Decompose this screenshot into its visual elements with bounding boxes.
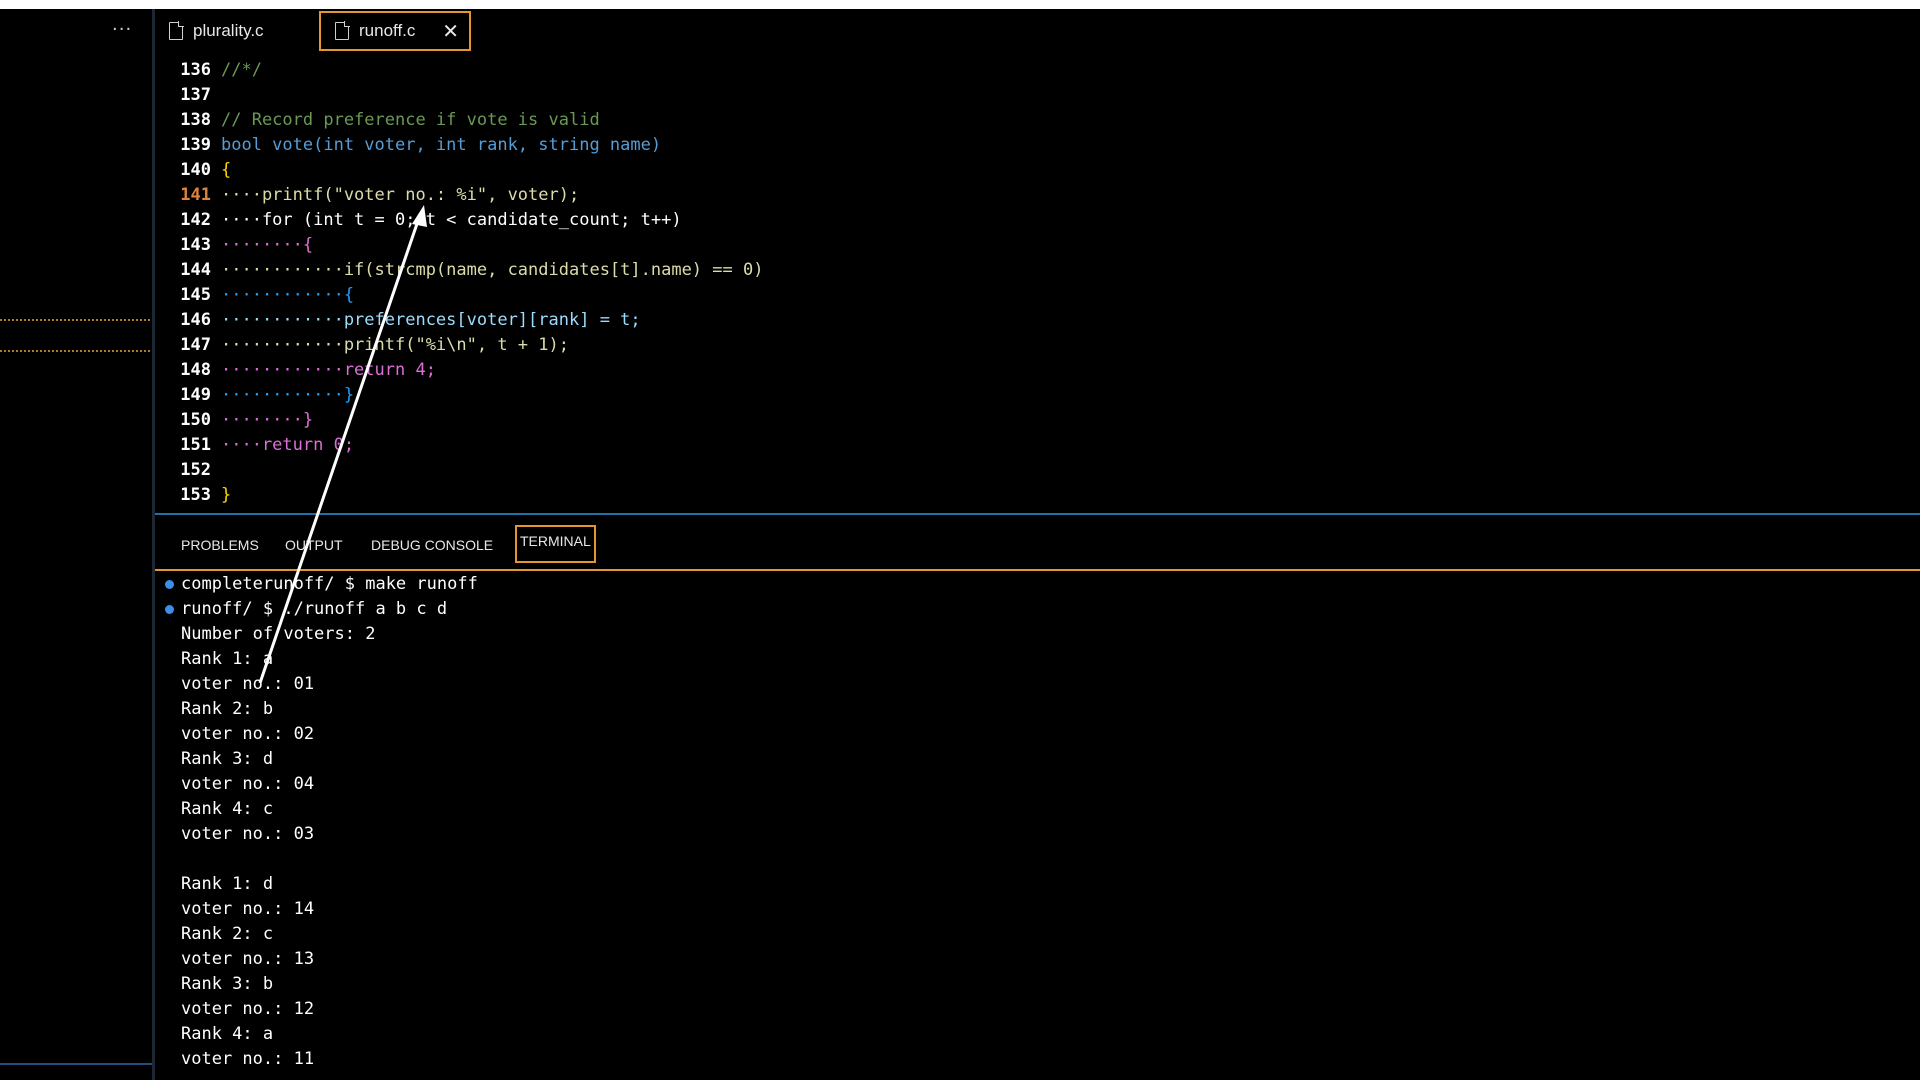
annotation-arrow — [258, 205, 427, 684]
annotation-arrow-shaft — [258, 214, 422, 684]
annotation-arrow-head — [412, 205, 427, 227]
